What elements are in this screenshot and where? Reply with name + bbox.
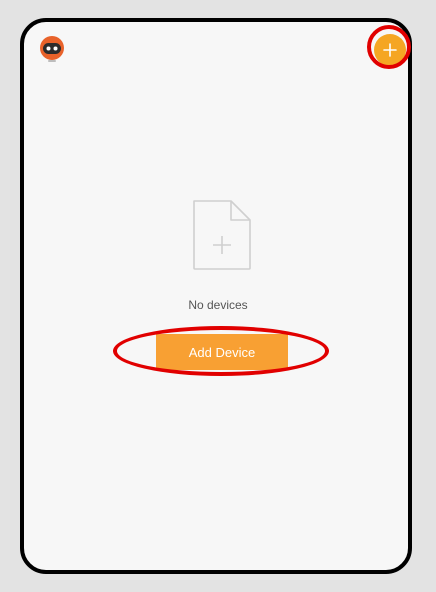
robot-avatar-icon[interactable] (38, 35, 66, 63)
add-button[interactable] (374, 34, 406, 66)
plus-icon (383, 43, 397, 57)
file-plus-icon (193, 200, 251, 270)
add-device-button[interactable]: Add Device (156, 334, 288, 370)
tablet-screen (20, 18, 412, 574)
empty-state-message: No devices (188, 298, 248, 312)
